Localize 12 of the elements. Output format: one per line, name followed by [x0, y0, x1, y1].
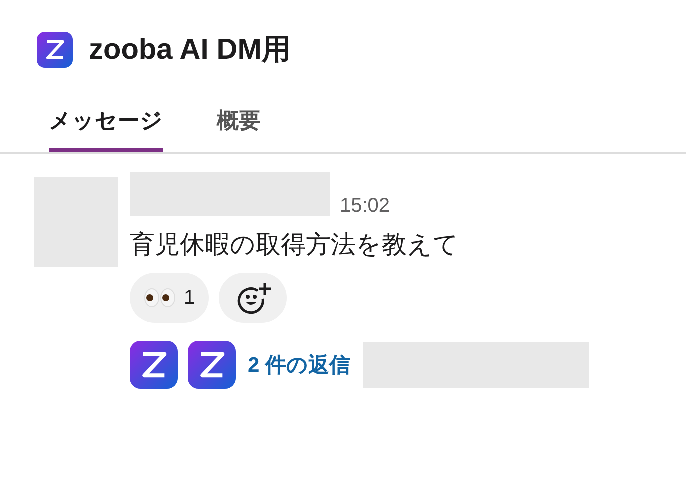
app-logo-icon: [130, 341, 178, 389]
replies-link[interactable]: 2 件の返信: [248, 351, 351, 379]
channel-title: zooba AI DM用: [89, 33, 291, 68]
reaction-button[interactable]: 1: [130, 273, 210, 323]
tab[interactable]: 概要: [217, 106, 261, 152]
app-logo-icon: [37, 32, 73, 68]
add-reaction-button[interactable]: [219, 273, 288, 323]
message-time: 15:02: [340, 195, 390, 218]
tab[interactable]: メッセージ: [49, 106, 163, 152]
message-text: 育児休暇の取得方法を教えて: [130, 230, 460, 261]
app-logo-icon: [188, 341, 236, 389]
eyes-icon: [144, 288, 176, 308]
